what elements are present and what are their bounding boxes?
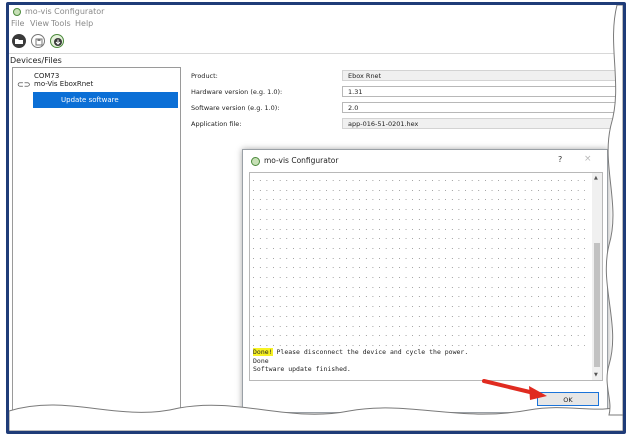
screenshot-frame: mo-vis Configurator File View Tools Help… (6, 2, 626, 434)
torn-edge-decoration (9, 5, 623, 431)
